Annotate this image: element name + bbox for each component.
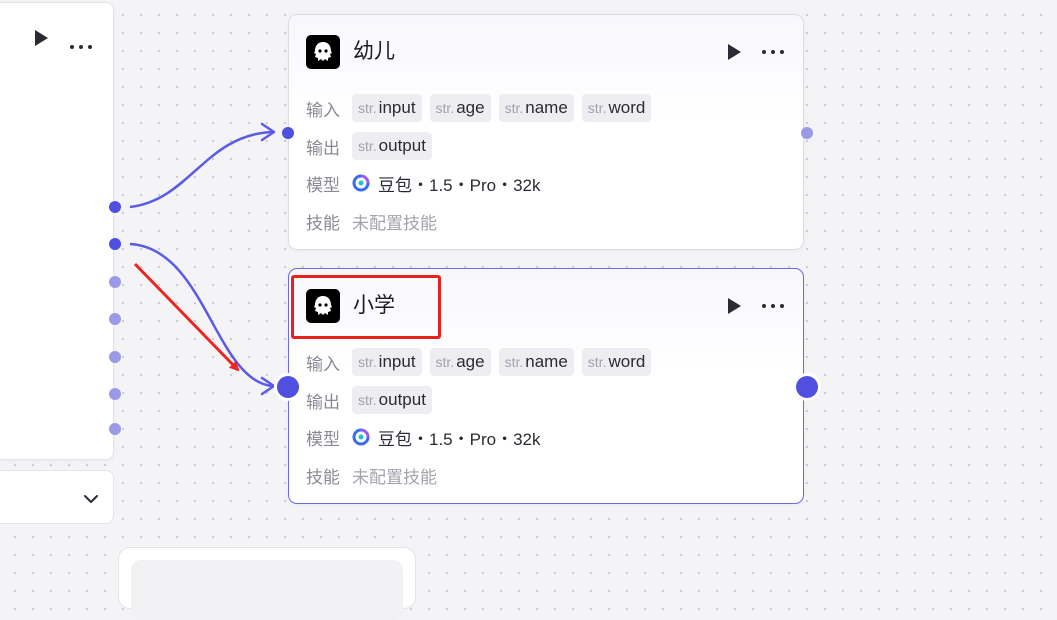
skills-value: 未配置技能 bbox=[352, 213, 437, 233]
model-label: 模型 bbox=[306, 175, 340, 195]
output-param-tag: str. output bbox=[352, 132, 432, 160]
left-output-port-7[interactable] bbox=[109, 423, 121, 435]
doubao-model-icon bbox=[352, 174, 370, 192]
node-1-output-port[interactable] bbox=[801, 127, 813, 139]
skills-row: 技能 未配置技能 bbox=[306, 207, 437, 235]
param-name: name bbox=[525, 98, 568, 117]
node-2-output-port[interactable] bbox=[796, 376, 818, 398]
skills-row: 技能 未配置技能 bbox=[306, 461, 437, 489]
param-name: age bbox=[456, 98, 485, 117]
bot-ghost-icon bbox=[306, 35, 340, 69]
left-output-port-1[interactable] bbox=[109, 201, 121, 213]
output-param-tag: str. output bbox=[352, 386, 432, 414]
edge-to-node-2[interactable] bbox=[129, 242, 273, 388]
param-name: output bbox=[378, 136, 426, 155]
model-name: 豆包・1.5・Pro・32k bbox=[378, 429, 541, 449]
param-type: str. bbox=[504, 100, 524, 116]
outputs-row: 输出 str. output bbox=[306, 132, 440, 160]
left-output-port-6[interactable] bbox=[109, 388, 121, 400]
left-output-port-4[interactable] bbox=[109, 313, 121, 325]
param-type: str. bbox=[358, 354, 377, 370]
more-icon[interactable] bbox=[69, 37, 95, 55]
param-name: name bbox=[525, 352, 568, 371]
bottom-node-content bbox=[131, 560, 403, 620]
node-title[interactable]: 幼儿 bbox=[353, 37, 395, 67]
more-icon[interactable] bbox=[761, 39, 787, 65]
outputs-row: 输出 str. output bbox=[306, 386, 440, 414]
play-icon[interactable] bbox=[721, 39, 747, 65]
input-param-tag: str. age bbox=[429, 348, 491, 376]
inputs-label: 输入 bbox=[306, 100, 340, 120]
skills-label: 技能 bbox=[306, 213, 340, 233]
param-name: input bbox=[378, 352, 416, 371]
chevron-down-icon[interactable] bbox=[83, 491, 99, 509]
input-param-tag: str. name bbox=[498, 94, 574, 122]
input-param-tag: str. word bbox=[581, 348, 652, 376]
outputs-label: 输出 bbox=[306, 138, 340, 158]
skills-label: 技能 bbox=[306, 467, 340, 487]
node-1-input-port[interactable] bbox=[282, 127, 294, 139]
outputs-label: 输出 bbox=[306, 392, 340, 412]
param-type: str. bbox=[435, 100, 455, 116]
agent-node-youer[interactable]: 幼儿 输入 str. input str. age str. name str. wor… bbox=[288, 14, 804, 250]
model-name: 豆包・1.5・Pro・32k bbox=[378, 175, 541, 195]
input-param-tag: str. name bbox=[498, 348, 574, 376]
node-2-input-port[interactable] bbox=[277, 376, 299, 398]
model-row: 模型 豆包・1.5・Pro・32k bbox=[306, 423, 541, 451]
doubao-model-icon bbox=[352, 428, 370, 446]
param-type: str. bbox=[358, 392, 377, 408]
param-name: word bbox=[608, 352, 646, 371]
param-type: str. bbox=[358, 138, 377, 154]
inputs-row: 输入 str. input str. age str. name str. word bbox=[306, 94, 659, 122]
more-icon[interactable] bbox=[761, 293, 787, 319]
skills-value: 未配置技能 bbox=[352, 467, 437, 487]
param-name: output bbox=[378, 390, 426, 409]
input-param-tag: str. word bbox=[581, 94, 652, 122]
model-row: 模型 豆包・1.5・Pro・32k bbox=[306, 169, 541, 197]
inputs-row: 输入 str. input str. age str. name str. word bbox=[306, 348, 659, 376]
annotation-highlight-box bbox=[291, 275, 441, 339]
param-type: str. bbox=[504, 354, 524, 370]
param-name: word bbox=[608, 98, 646, 117]
param-type: str. bbox=[587, 100, 607, 116]
left-dropdown[interactable] bbox=[0, 470, 114, 524]
bottom-node-card[interactable] bbox=[118, 547, 416, 620]
left-output-port-2[interactable] bbox=[109, 238, 121, 250]
param-name: age bbox=[456, 352, 485, 371]
param-name: input bbox=[378, 98, 416, 117]
input-param-tag: str. input bbox=[352, 94, 422, 122]
param-type: str. bbox=[587, 354, 607, 370]
input-param-tag: str. age bbox=[429, 94, 491, 122]
left-output-port-5[interactable] bbox=[109, 351, 121, 363]
inputs-label: 输入 bbox=[306, 354, 340, 374]
input-param-tag: str. input bbox=[352, 348, 422, 376]
edge-to-node-1[interactable] bbox=[129, 130, 273, 209]
left-output-port-3[interactable] bbox=[109, 276, 121, 288]
play-icon[interactable] bbox=[721, 293, 747, 319]
play-icon[interactable] bbox=[33, 29, 49, 52]
model-label: 模型 bbox=[306, 429, 340, 449]
param-type: str. bbox=[435, 354, 455, 370]
param-type: str. bbox=[358, 100, 377, 116]
left-node-card[interactable] bbox=[0, 2, 114, 460]
